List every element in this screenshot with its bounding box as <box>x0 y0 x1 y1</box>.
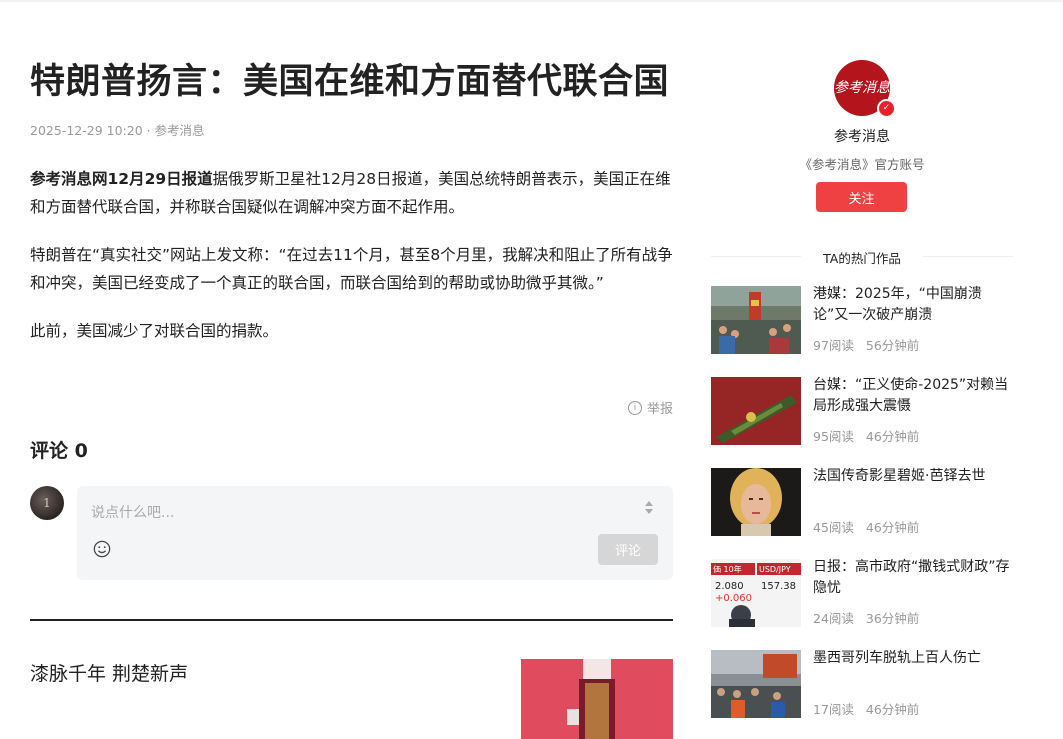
hot-works-title: TA的热门作品 <box>823 251 901 266</box>
follow-button[interactable]: 关注 <box>816 182 907 212</box>
hot-item-title[interactable]: 港媒：2025年，“中国崩溃论”又一次破产崩溃 <box>813 284 1013 326</box>
emoji-icon[interactable] <box>93 540 111 558</box>
comment-input[interactable]: 说点什么吧... <box>91 502 174 522</box>
article-meta: 2025-12-29 10:20 · 参考消息 <box>30 123 205 138</box>
thumb-text: +0.060 <box>715 593 752 604</box>
verified-icon: ✓ <box>877 99 896 118</box>
paragraph-lead: 参考消息网12月29日报道 <box>30 170 213 188</box>
info-icon: i <box>627 400 642 415</box>
hot-item-thumbnail[interactable] <box>711 650 801 718</box>
hot-item-reads: 17阅读 <box>813 702 854 717</box>
hot-item-time: 46分钟前 <box>865 429 920 444</box>
avatar: 1 <box>30 486 64 520</box>
hot-item-reads: 24阅读 <box>813 611 854 626</box>
hot-item[interactable]: 港媒：2025年，“中国崩溃论”又一次破产崩溃 97阅读 56分钟前 <box>711 286 1013 354</box>
account-description: 《参考消息》官方账号 <box>799 157 925 172</box>
section-divider <box>30 619 673 621</box>
article-title: 特朗普扬言：美国在维和方面替代联合国 <box>30 62 670 102</box>
hot-item-time: 36分钟前 <box>865 611 920 626</box>
hot-item[interactable]: 墨西哥列车脱轨上百人伤亡 17阅读 46分钟前 <box>711 650 1013 718</box>
recommend-thumbnail[interactable] <box>521 659 673 739</box>
hot-item-thumbnail[interactable] <box>711 286 801 354</box>
thumb-text: 157.38 <box>761 581 796 592</box>
hot-item-title[interactable]: 台媒：“正义使命-2025”对赖当局形成强大震慑 <box>813 375 1013 417</box>
hot-works-header: TA的热门作品 <box>711 248 1013 266</box>
paragraph-text: 此前，美国减少了对联合国的捐款。 <box>30 322 279 340</box>
hot-item-time: 56分钟前 <box>865 338 920 353</box>
hot-item-reads: 45阅读 <box>813 520 854 535</box>
article-paragraph: 参考消息网12月29日报道据俄罗斯卫星社12月28日报道，美国总统特朗普表示，美… <box>30 165 673 221</box>
hot-item[interactable]: 台媒：“正义使命-2025”对赖当局形成强大震慑 95阅读 46分钟前 <box>711 377 1013 445</box>
hot-item-reads: 97阅读 <box>813 338 854 353</box>
hot-item-time: 46分钟前 <box>865 520 920 535</box>
comment-input-box[interactable]: 说点什么吧... 评论 <box>77 486 673 580</box>
recommend-title[interactable]: 漆脉千年 荆楚新声 <box>30 659 188 686</box>
hot-item-stats: 17阅读 46分钟前 <box>813 699 919 718</box>
submit-comment-button[interactable]: 评论 <box>598 534 658 565</box>
hot-item-thumbnail[interactable] <box>711 468 801 536</box>
hot-item-thumbnail[interactable] <box>711 377 801 445</box>
hot-item-stats: 45阅读 46分钟前 <box>813 517 919 536</box>
account-name[interactable]: 参考消息 <box>711 126 1013 146</box>
hot-item-stats: 97阅读 56分钟前 <box>813 335 919 354</box>
paragraph-text: 特朗普在“真实社交”网站上发文称：“在过去11个月，甚至8个月里，我解决和阻止了… <box>30 246 673 292</box>
resize-handle-icon[interactable] <box>645 501 653 517</box>
report-label: 举报 <box>646 402 673 417</box>
thumb-text: 価 10年 <box>713 564 742 574</box>
hot-item-stats: 95阅读 46分钟前 <box>813 426 919 445</box>
hot-item-title[interactable]: 日报：高市政府“撒钱式财政”存隐忧 <box>813 557 1013 599</box>
hot-item-reads: 95阅读 <box>813 429 854 444</box>
article: 特朗普扬言：美国在维和方面替代联合国 2025-12-29 10:20 · 参考… <box>30 58 673 417</box>
hot-item-title[interactable]: 墨西哥列车脱轨上百人伤亡 <box>813 648 1013 669</box>
top-border <box>0 0 1063 2</box>
comments-title: 评论 0 <box>30 440 88 462</box>
hot-item-title[interactable]: 法国传奇影星碧姬·芭铎去世 <box>813 466 1013 487</box>
comments-section: 评论 0 1 说点什么吧... 评论 <box>30 436 673 580</box>
hot-item-thumbnail[interactable]: 価 10年 USD/JPY 2.080 +0.060 157.38 <box>711 559 801 627</box>
hot-item-stats: 24阅读 36分钟前 <box>813 608 919 627</box>
article-paragraph: 特朗普在“真实社交”网站上发文称：“在过去11个月，甚至8个月里，我解决和阻止了… <box>30 241 673 297</box>
hot-item[interactable]: 法国传奇影星碧姬·芭铎去世 45阅读 46分钟前 <box>711 468 1013 536</box>
hot-item-time: 46分钟前 <box>865 702 920 717</box>
article-paragraph: 此前，美国减少了对联合国的捐款。 <box>30 317 673 345</box>
hot-item[interactable]: 価 10年 USD/JPY 2.080 +0.060 157.38 日报：高市政… <box>711 559 1013 627</box>
report-button[interactable]: i 举报 <box>627 398 673 417</box>
thumb-text: USD/JPY <box>759 565 791 574</box>
thumb-text: 2.080 <box>715 581 744 592</box>
